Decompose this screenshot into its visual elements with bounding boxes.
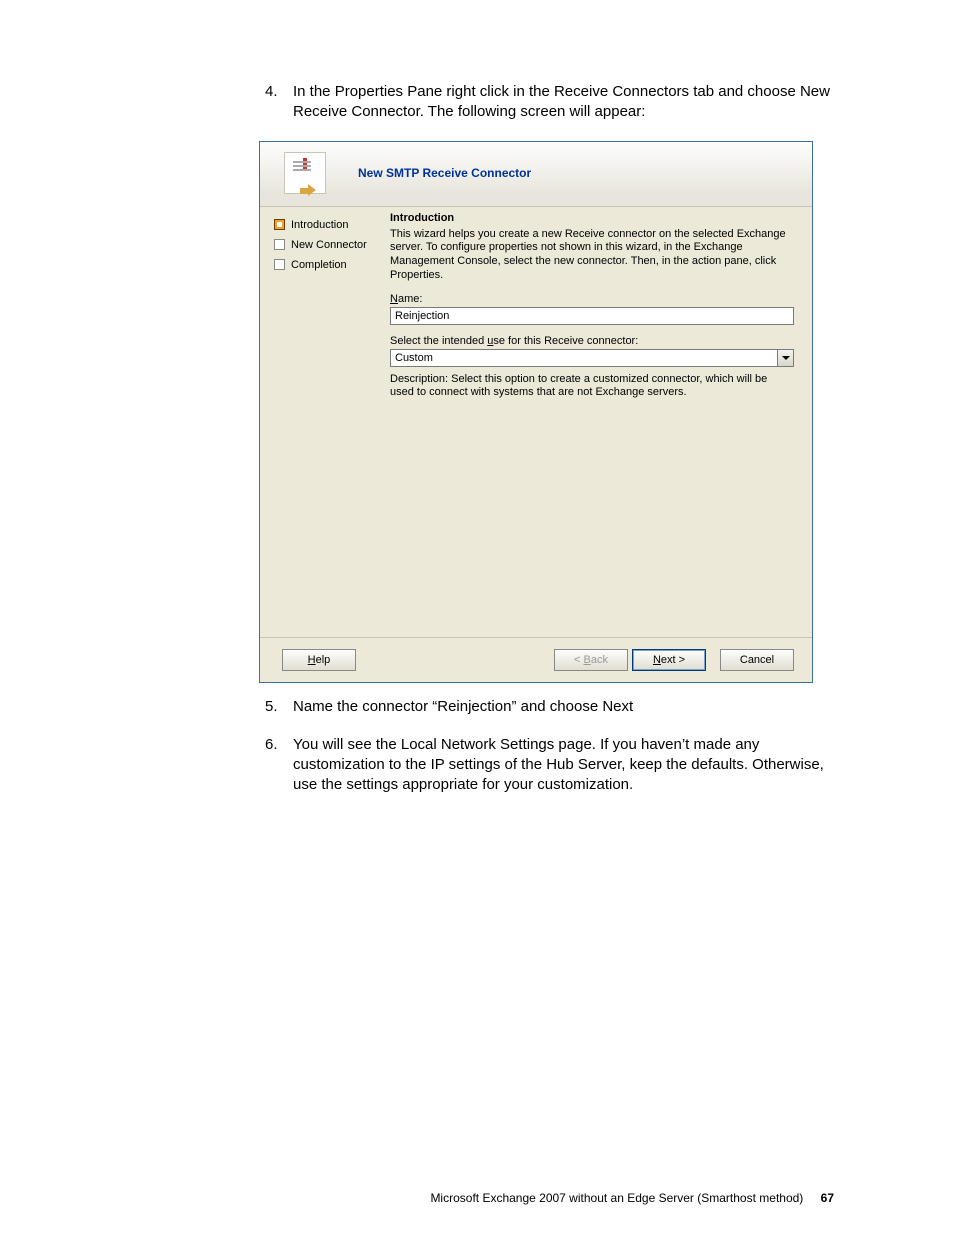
wizard-side-steps: Introduction New Connector Completion bbox=[260, 206, 390, 638]
cancel-button[interactable]: Cancel bbox=[720, 649, 794, 671]
wizard-footer: Help < Back Next > Cancel bbox=[260, 637, 812, 682]
page-number: 67 bbox=[821, 1191, 834, 1205]
step-text-5: Name the connector “Reinjection” and cho… bbox=[293, 697, 835, 717]
side-step-introduction[interactable]: Introduction bbox=[274, 216, 382, 234]
name-input[interactable]: Reinjection bbox=[390, 307, 794, 325]
side-step-new-connector[interactable]: New Connector bbox=[274, 236, 382, 254]
section-description: This wizard helps you create a new Recei… bbox=[390, 228, 794, 283]
wizard-header: New SMTP Receive Connector bbox=[260, 142, 812, 207]
next-button[interactable]: Next > bbox=[632, 649, 706, 671]
use-description: Description: Select this option to creat… bbox=[390, 373, 794, 401]
side-step-label: Introduction bbox=[291, 219, 348, 231]
step-text-6: You will see the Local Network Settings … bbox=[293, 735, 835, 796]
side-step-label: New Connector bbox=[291, 239, 367, 251]
side-step-completion[interactable]: Completion bbox=[274, 256, 382, 274]
use-combobox-value: Custom bbox=[395, 352, 433, 364]
chevron-down-icon[interactable] bbox=[777, 350, 793, 366]
step-active-icon bbox=[274, 219, 285, 230]
section-title: Introduction bbox=[390, 212, 794, 224]
step-icon bbox=[274, 259, 285, 270]
wizard-screenshot: New SMTP Receive Connector Introduction … bbox=[259, 141, 835, 683]
name-input-value: Reinjection bbox=[395, 310, 449, 322]
use-combobox[interactable]: Custom bbox=[390, 349, 794, 367]
help-button[interactable]: Help bbox=[282, 649, 356, 671]
step-number-6: 6. bbox=[265, 735, 293, 796]
name-label: Name: bbox=[390, 293, 794, 305]
page-footer: Microsoft Exchange 2007 without an Edge … bbox=[0, 1191, 954, 1205]
step-text-4: In the Properties Pane right click in th… bbox=[293, 82, 835, 123]
footer-text: Microsoft Exchange 2007 without an Edge … bbox=[430, 1191, 803, 1205]
wizard-title: New SMTP Receive Connector bbox=[358, 166, 531, 180]
side-step-label: Completion bbox=[291, 259, 347, 271]
step-icon bbox=[274, 239, 285, 250]
wizard-arrow-icon bbox=[298, 186, 314, 198]
step-number-4: 4. bbox=[265, 82, 293, 123]
step-number-5: 5. bbox=[265, 697, 293, 717]
back-button: < Back bbox=[554, 649, 628, 671]
use-label: Select the intended use for this Receive… bbox=[390, 335, 794, 347]
